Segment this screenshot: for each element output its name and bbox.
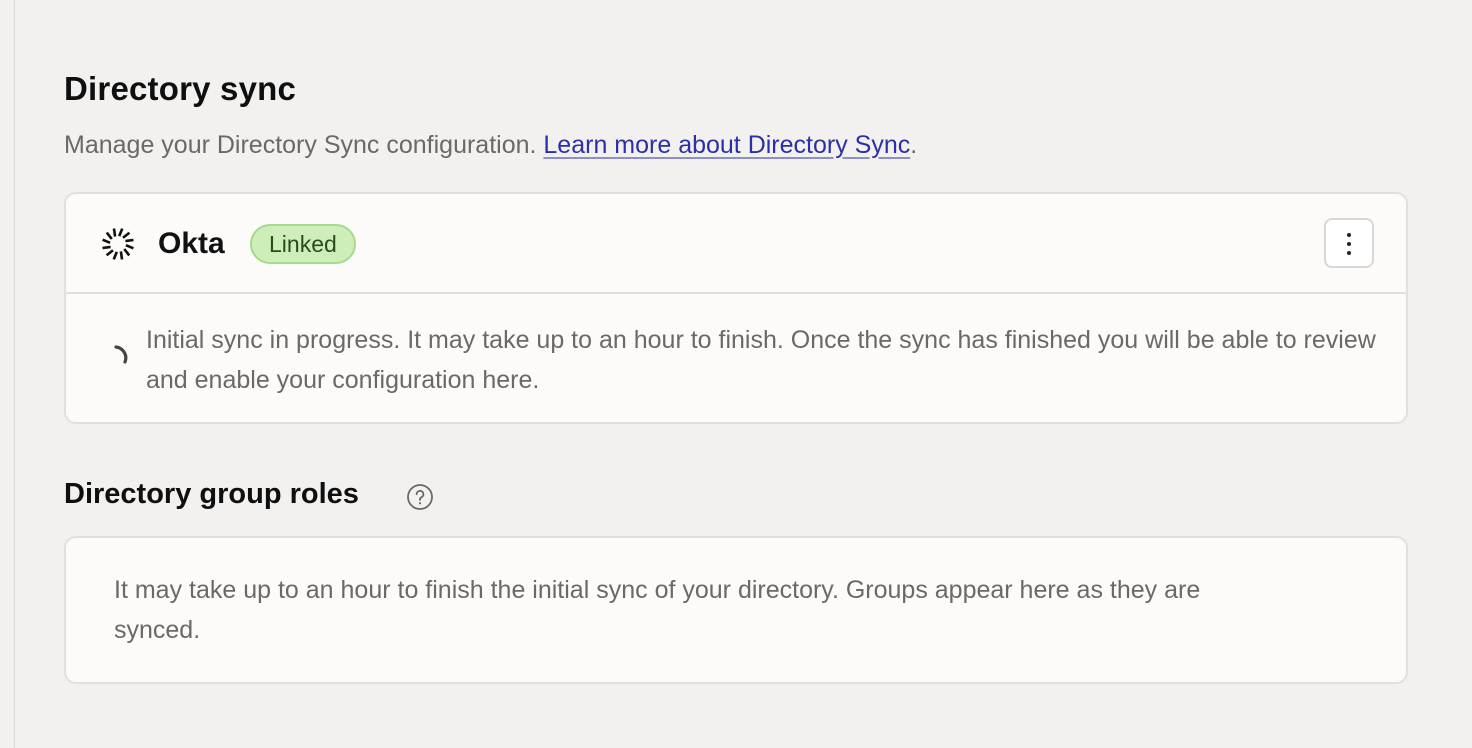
group-roles-empty-message: It may take up to an hour to finish the …: [114, 576, 1201, 644]
okta-provider-card: Okta Linked Initial sync in progress. It…: [64, 192, 1408, 424]
description-suffix: .: [910, 131, 918, 159]
okta-sunburst-ray: [112, 251, 119, 260]
loading-spinner-icon: [114, 345, 128, 364]
sidebar-divider: [14, 0, 15, 748]
provider-name: Okta: [158, 227, 225, 260]
okta-sunburst-icon: [102, 228, 134, 260]
description-text: Manage your Directory Sync configuration…: [64, 131, 544, 159]
okta-sunburst-ray: [105, 249, 114, 257]
okta-sunburst-ray: [102, 238, 111, 245]
more-vertical-icon-dot-top: [1347, 233, 1351, 237]
more-options-button[interactable]: [1324, 218, 1374, 268]
group-roles-card: It may take up to an hour to finish the …: [64, 536, 1408, 684]
okta-sunburst-ray: [125, 243, 134, 250]
okta-sunburst-ray: [112, 228, 117, 237]
okta-sunburst-ray: [122, 231, 131, 239]
okta-sunburst-ray: [117, 228, 124, 237]
directory-group-roles-title: Directory group roles: [64, 478, 359, 510]
sync-progress-message: Initial sync in progress. It may take up…: [146, 326, 1376, 394]
okta-sunburst-ray: [125, 238, 134, 243]
provider-card-header: Okta Linked: [66, 194, 1406, 294]
directory-sync-description: Manage your Directory Sync configuration…: [64, 131, 917, 160]
page-frame: Directory sync Manage your Directory Syn…: [0, 0, 1472, 748]
okta-sunburst-ray: [105, 231, 113, 240]
learn-more-link[interactable]: Learn more about Directory Sync: [543, 131, 910, 159]
provider-card-body: Initial sync in progress. It may take up…: [66, 294, 1406, 422]
okta-sunburst-ray: [123, 248, 131, 257]
okta-sunburst-ray: [102, 245, 111, 250]
okta-sunburst-ray: [119, 251, 124, 260]
more-vertical-icon-dot-bottom: [1347, 251, 1351, 255]
question-circle-icon[interactable]: [406, 483, 434, 511]
status-badge: Linked: [250, 224, 356, 264]
directory-sync-title: Directory sync: [64, 70, 297, 107]
more-vertical-icon-dot-middle: [1347, 242, 1351, 246]
